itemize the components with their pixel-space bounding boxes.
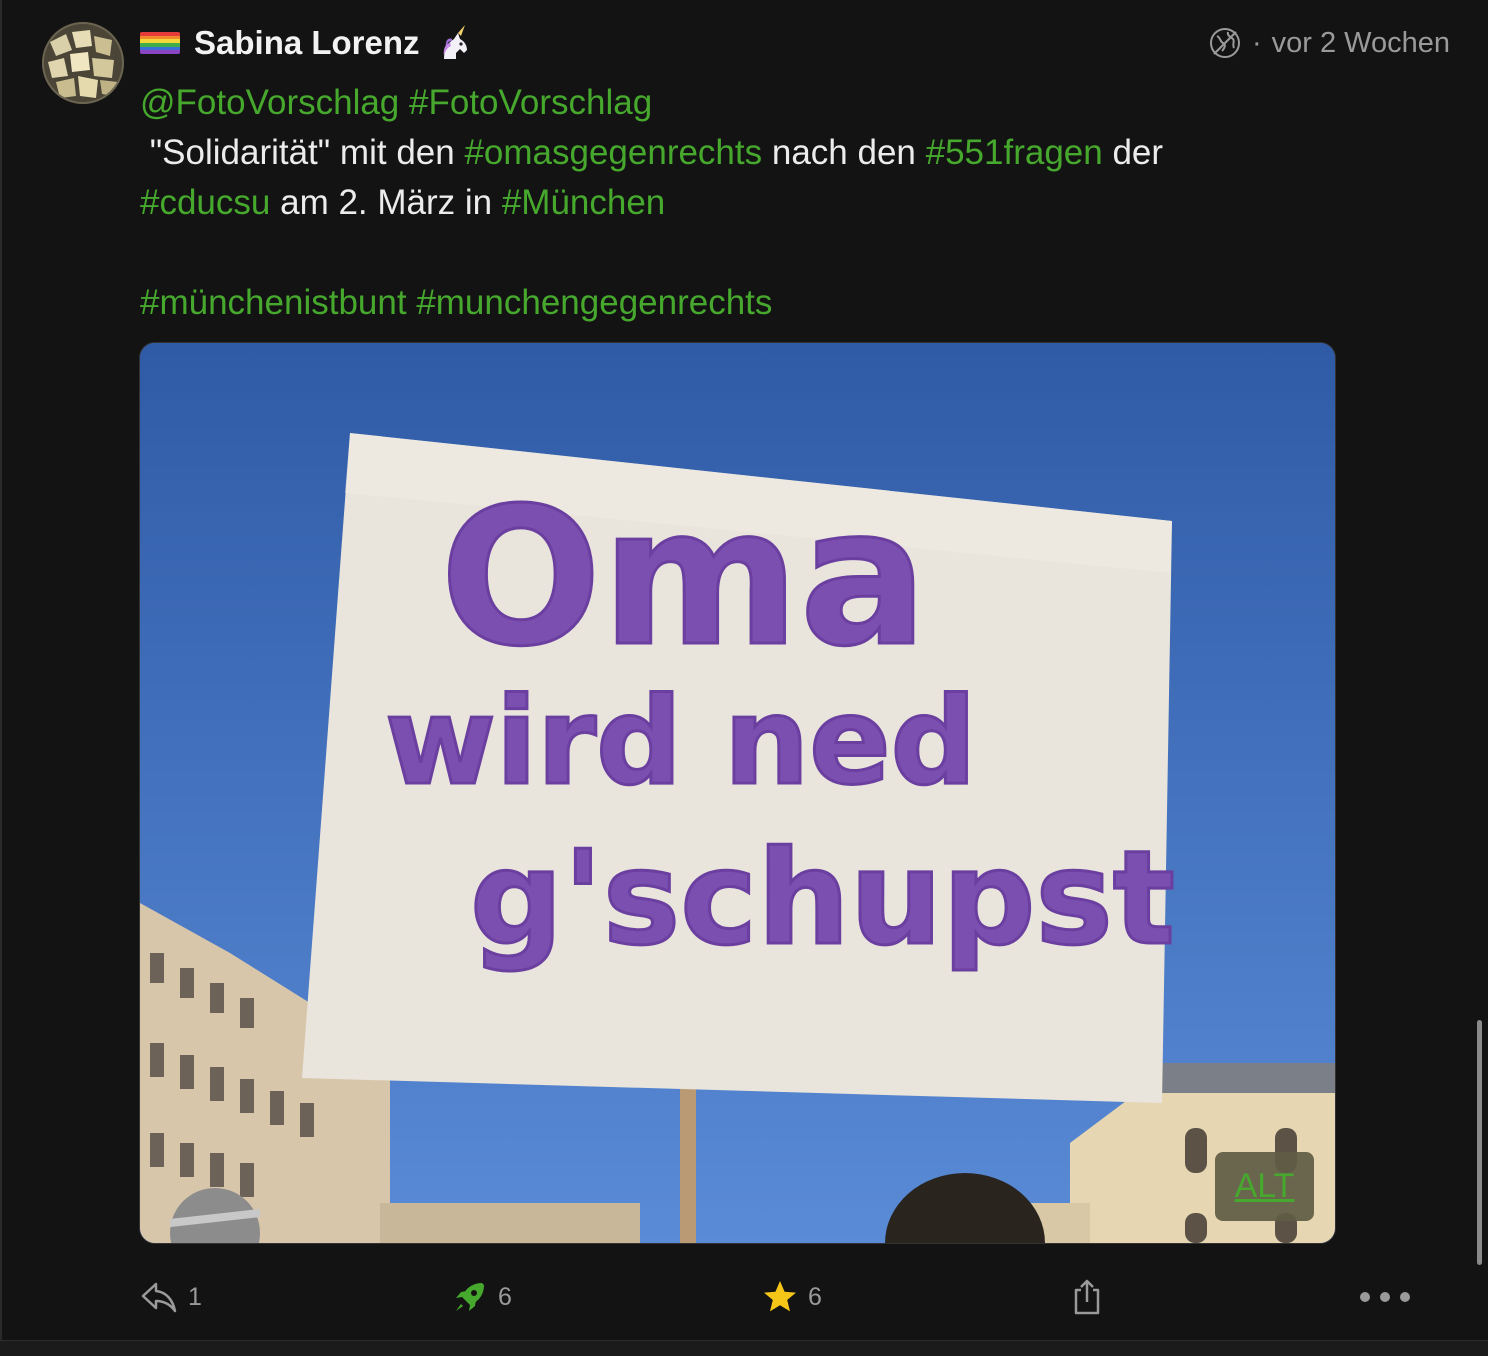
author-name[interactable]: Sabina Lorenz: [194, 24, 420, 62]
reply-icon: [141, 1282, 177, 1313]
content-text: der: [1102, 133, 1164, 172]
hashtag-link[interactable]: #551fragen: [926, 133, 1103, 172]
alt-text-button[interactable]: ALT: [1215, 1152, 1314, 1221]
sign-text-line2: wird ned: [385, 673, 977, 812]
unicorn-icon: [443, 25, 467, 59]
mention-link[interactable]: @FotoVorschlag: [140, 83, 399, 122]
hashtag-link[interactable]: #omasgegenrechts: [464, 133, 762, 172]
rocket-icon: [456, 1283, 484, 1311]
content-text: "Solidarität" mit den: [140, 133, 465, 172]
avatar[interactable]: [42, 22, 124, 104]
hashtag-link[interactable]: #München: [502, 183, 665, 222]
hashtag-link[interactable]: #munchengegenrechts: [416, 283, 772, 322]
reply-button[interactable]: 1: [140, 1272, 202, 1322]
scrollbar[interactable]: [1477, 1020, 1482, 1265]
boost-button[interactable]: 6: [452, 1272, 512, 1322]
share-icon: [1074, 1279, 1100, 1315]
post-meta: · vor 2 Wochen: [1208, 22, 1450, 64]
hashtag-link[interactable]: #FotoVorschlag: [409, 83, 652, 122]
media-attachment[interactable]: Oma wird ned g'schupst: [139, 342, 1336, 1244]
author-line[interactable]: Sabina Lorenz: [140, 22, 474, 64]
meta-separator: ·: [1251, 26, 1262, 59]
boost-count: 6: [498, 1282, 512, 1311]
divider: [0, 1340, 1488, 1356]
content-text: nach den: [762, 133, 926, 172]
globe-icon[interactable]: [1208, 26, 1242, 60]
favourite-button[interactable]: 6: [762, 1272, 822, 1322]
more-icon: [1360, 1292, 1410, 1302]
sign-text-line3: g'schupst: [470, 822, 1175, 974]
favourite-count: 6: [808, 1282, 822, 1311]
post-timestamp[interactable]: vor 2 Wochen: [1272, 27, 1450, 60]
more-button[interactable]: [1358, 1272, 1412, 1322]
hashtag-link[interactable]: #münchenistbunt: [140, 283, 407, 322]
share-button[interactable]: [1070, 1272, 1104, 1322]
reply-count: 1: [188, 1282, 202, 1311]
status-post[interactable]: Sabina Lorenz · vor 2 Wochen @FotoVorsch…: [0, 0, 1488, 1340]
star-icon: [764, 1281, 796, 1312]
hashtag-link[interactable]: #cducsu: [140, 183, 270, 222]
rainbow-flag-icon: [140, 32, 180, 54]
action-bar: 1 6 6: [140, 1272, 1440, 1322]
sign-text-line1: Oma: [440, 467, 928, 688]
content-text: am 2. März in: [270, 183, 502, 222]
post-content: @FotoVorschlag #FotoVorschlag "Solidarit…: [140, 78, 1340, 328]
